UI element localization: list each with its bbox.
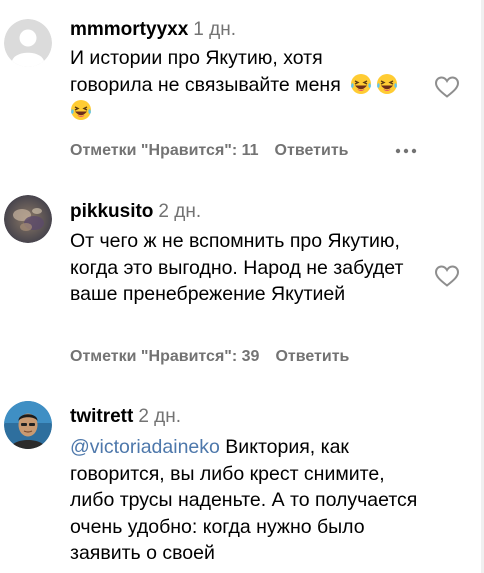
comment-text-line-with-emoji: говорила не связывайте меня [70,72,440,99]
comment-text-line: И истории про Якутию, хотя [70,47,323,69]
comment-header: mmmortyyxx 1 дн. [70,17,236,43]
likes-count-link[interactable]: Отметки "Нравится": 39 [70,348,259,365]
grinning-squinting-face-with-tears-icon [71,100,91,120]
timestamp[interactable]: 1 дн. [193,19,236,40]
timestamp[interactable]: 2 дн. [138,406,181,427]
comment-text-line-emoji [70,98,440,125]
mention-link[interactable]: @victoriadaineko [70,436,220,458]
comment-text: От чего ж не вспомнить про Якутию, когда… [70,230,404,305]
avatar[interactable] [4,401,52,449]
grinning-squinting-face-with-tears-icon [377,73,398,94]
comment-header: twitrett 2 дн. [70,404,181,430]
like-heart-icon[interactable] [434,264,460,288]
comment-header: pikkusito 2 дн. [70,199,201,225]
reply-button[interactable]: Ответить [275,142,349,159]
comment-actions: Отметки "Нравится": 39 Ответить [70,345,349,369]
more-options-icon[interactable] [392,139,424,163]
user-photo-icon [4,401,52,449]
likes-count-link[interactable]: Отметки "Нравится": 11 [70,142,259,159]
username[interactable]: mmmortyyxx [70,19,188,40]
username[interactable]: pikkusito [70,201,153,222]
comment-text: И истории про Якутию, хотя говорила не с… [70,45,440,125]
avatar[interactable] [4,195,52,243]
comments-viewport[interactable]: mmmortyyxx 1 дн. И истории про Якутию, хо… [0,0,484,573]
user-photo-icon [4,195,52,243]
reply-button[interactable]: Ответить [275,348,349,365]
username[interactable]: twitrett [70,406,133,427]
like-heart-icon[interactable] [434,75,460,99]
comment-text-line: говорила не связывайте меня [70,73,341,96]
avatar-default[interactable] [4,19,52,67]
timestamp[interactable]: 2 дн. [158,201,201,222]
comment-text: @victoriadaineko Виктория, как говорится… [70,434,420,567]
grinning-squinting-face-with-tears-icon [351,73,372,94]
comment-actions: Отметки "Нравится": 11 Ответить [70,139,348,163]
default-avatar-icon [4,19,52,67]
